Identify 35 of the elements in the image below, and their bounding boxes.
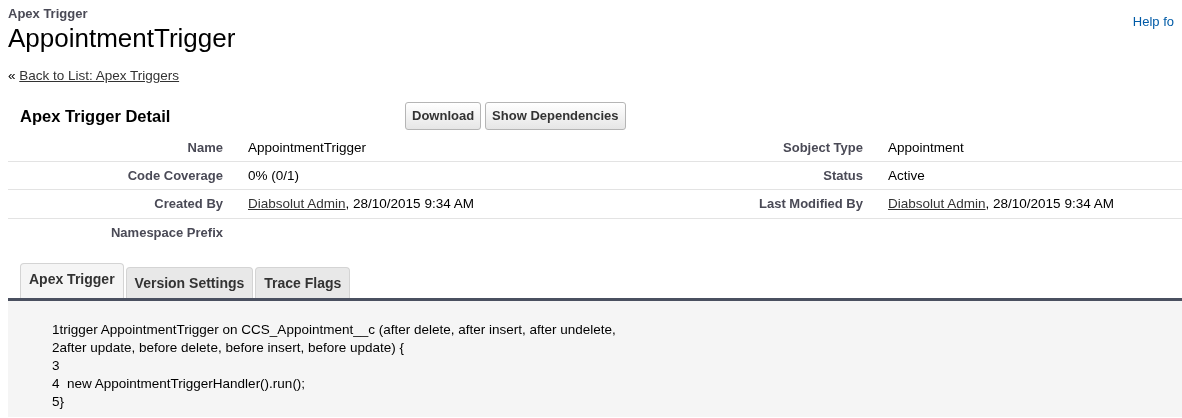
- line-number: 3: [52, 358, 60, 374]
- field-value: 0% (0/1): [248, 168, 300, 184]
- line-number: 1: [52, 322, 60, 338]
- code-line: }: [59, 394, 65, 410]
- help-link[interactable]: Help fo: [1132, 12, 1174, 53]
- page-title: AppointmentTrigger: [8, 23, 236, 53]
- timestamp: , 28/10/2015 9:34 AM: [985, 196, 1114, 212]
- code-line: after update, before delete, before insert, before update) {: [59, 340, 404, 356]
- tab[interactable]: Version Settings: [125, 267, 254, 299]
- field-value: AppointmentTrigger: [248, 139, 367, 155]
- line-number: 5: [52, 394, 60, 410]
- field-label: Created By: [153, 195, 223, 214]
- user-link[interactable]: Diabsolut Admin: [888, 196, 986, 212]
- timestamp: , 28/10/2015 9:34 AM: [345, 196, 474, 212]
- action-button[interactable]: Show Dependencies: [485, 102, 626, 130]
- field-label: Name: [186, 138, 223, 157]
- line-number: 4: [52, 376, 60, 392]
- field-label: Last Modified By: [758, 195, 863, 214]
- user-link[interactable]: Diabsolut Admin: [248, 196, 346, 212]
- field-value: Active: [888, 168, 925, 184]
- page-kicker: Apex Trigger: [8, 5, 89, 23]
- section-title: Apex Trigger Detail: [20, 105, 172, 127]
- field-label: Status: [822, 167, 863, 186]
- field-value: Appointment: [888, 139, 964, 155]
- code-line: trigger AppointmentTrigger on CCS_Appointment__c (after delete, after insert, after undelete,: [59, 322, 616, 338]
- line-number: 2: [52, 340, 60, 356]
- field-label: Code Coverage: [126, 167, 223, 186]
- back-link[interactable]: Back to List: Apex Triggers: [19, 68, 180, 84]
- field-label: Namespace Prefix: [110, 223, 223, 242]
- tab[interactable]: Trace Flags: [255, 267, 351, 299]
- code-line: new AppointmentTriggerHandler().run();: [66, 376, 306, 392]
- back-mark: «: [8, 68, 16, 84]
- tab[interactable]: Apex Trigger: [20, 263, 124, 299]
- action-button[interactable]: Download: [405, 102, 482, 130]
- field-label: Sobject Type: [782, 138, 863, 157]
